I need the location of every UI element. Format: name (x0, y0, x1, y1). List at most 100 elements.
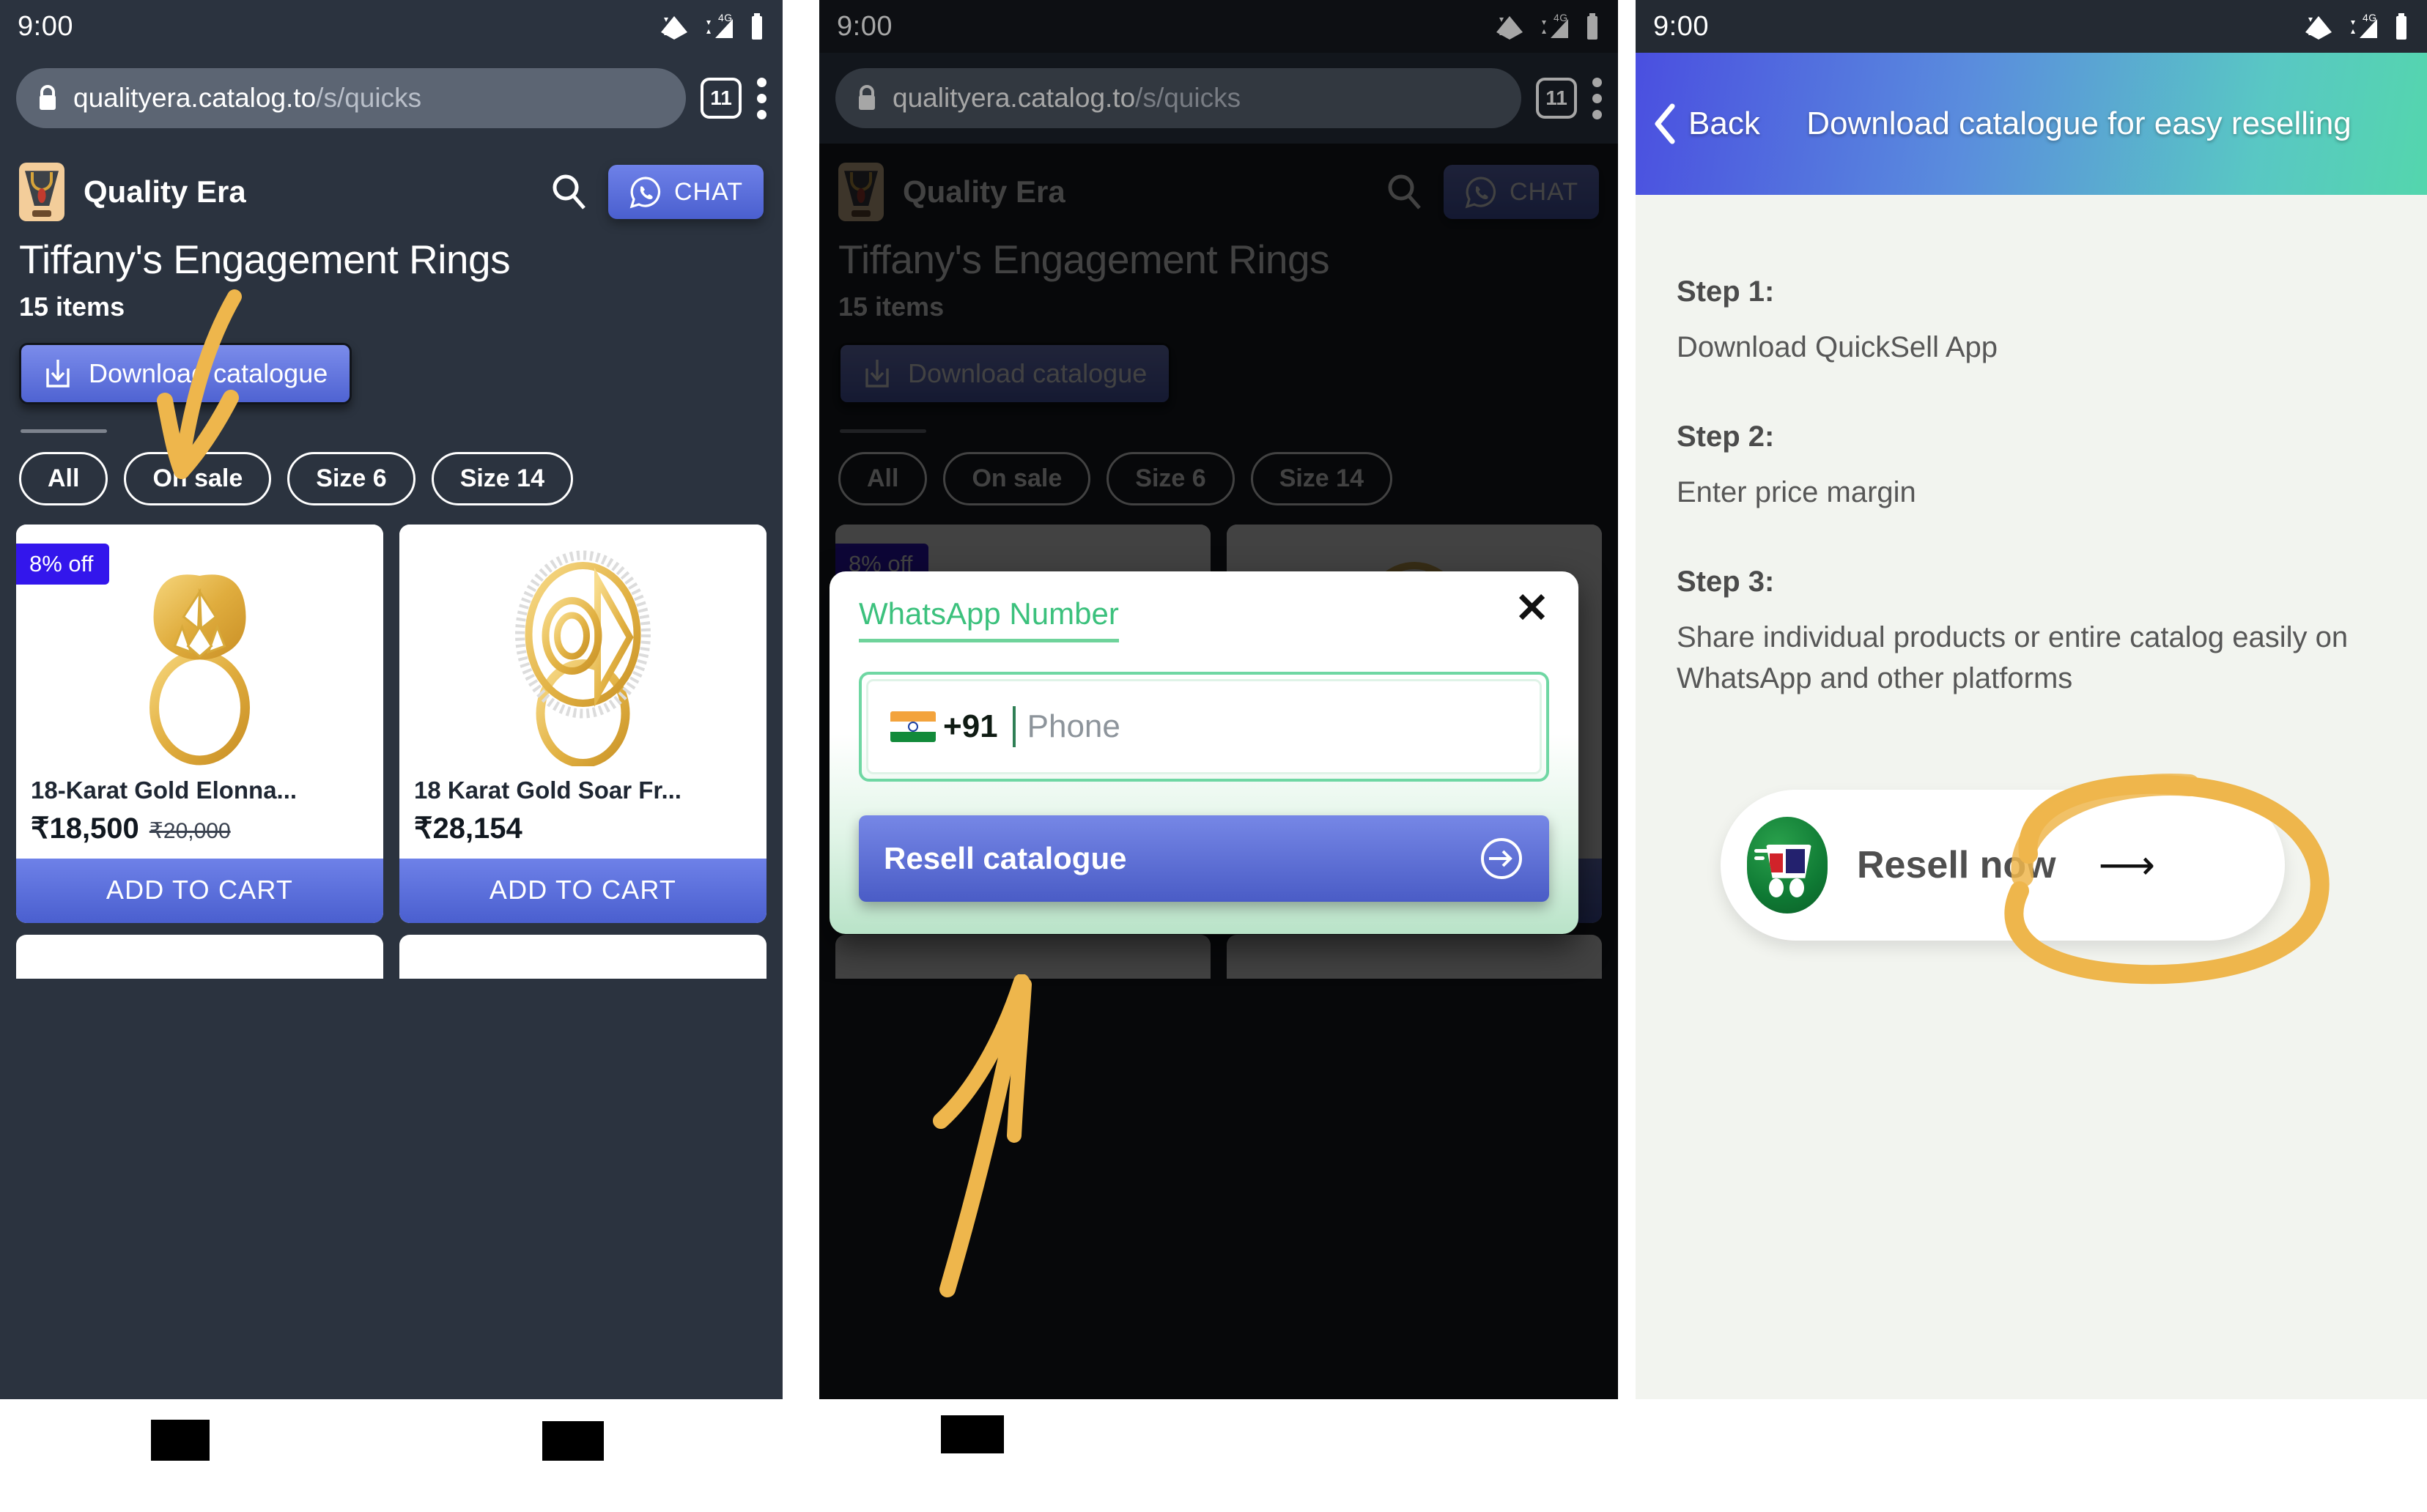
discount-badge: 8% off (16, 544, 110, 585)
product-price: ₹28,154 (414, 812, 522, 845)
battery-icon (2396, 13, 2406, 40)
address-bar[interactable]: qualityera.catalog.to/s/quicks (835, 68, 1521, 128)
panel-help-steps: 9:00 4G Back Download catalogue for easy… (1636, 0, 2427, 1399)
battery-icon (1587, 13, 1597, 40)
status-time: 9:00 (837, 10, 893, 42)
filter-chip-all[interactable]: All (19, 452, 108, 505)
step-text: Enter price margin (1677, 476, 1916, 509)
chat-button-label: CHAT (673, 177, 743, 206)
text-caret (1012, 706, 1016, 747)
resell-now-label: Resell now (1857, 843, 2056, 886)
redacted-label (542, 1421, 604, 1461)
redacted-label (151, 1420, 210, 1461)
status-bar: 9:00 4G (0, 0, 783, 53)
download-catalogue-label: Download catalogue (89, 358, 328, 388)
step-item: Step 3: Share individual products or ent… (1677, 566, 2386, 698)
wifi-icon (2305, 16, 2332, 40)
download-catalogue-button[interactable]: Download catalogue (838, 343, 1172, 404)
filter-chip-size-14[interactable]: Size 14 (431, 452, 573, 505)
chevron-left-icon (1655, 103, 1675, 144)
chat-button-label: CHAT (1509, 177, 1578, 206)
arrow-right-icon: ⟶ (2098, 843, 2156, 888)
wifi-icon (1496, 16, 1523, 40)
product-grid: 8% off 18-Karat Gold Elonna... ₹18,500 ₹… (0, 505, 783, 923)
product-card[interactable] (399, 935, 766, 979)
add-to-cart-button[interactable]: ADD TO CART (16, 859, 383, 923)
signal-icon: 4G (1542, 12, 1568, 38)
back-button[interactable]: Back (1653, 103, 1760, 144)
annotation-arrow (933, 974, 1032, 1297)
whatsapp-icon (1465, 177, 1496, 209)
product-name: 18-Karat Gold Elonna... (31, 777, 298, 804)
whatsapp-number-modal: ✕ WhatsApp Number +91 Phone Resell catal… (830, 571, 1578, 934)
chat-button[interactable]: CHAT (1443, 165, 1599, 219)
resell-catalogue-label: Resell catalogue (884, 841, 1127, 875)
filter-chip-size-14[interactable]: Size 14 (1250, 452, 1392, 505)
panel-catalog-page: 9:00 4G qualityera.catalog.to/s/quicks 1… (0, 0, 783, 1399)
status-time: 9:00 (18, 10, 73, 42)
panel-whatsapp-modal: 9:00 4G qualityera.catalog.to/s/quicks 1… (819, 0, 1618, 1399)
address-bar-url: qualityera.catalog.to/s/quicks (73, 83, 422, 113)
filter-chip-all[interactable]: All (838, 452, 928, 505)
product-card[interactable]: 18 Karat Gold Soar Fr... ₹28,154 ADD TO … (399, 525, 766, 923)
phone-input[interactable]: +91 Phone (866, 679, 1542, 774)
download-icon (46, 360, 70, 388)
filter-chips: All On sale Size 6 Size 14 (819, 433, 1618, 505)
status-time: 9:00 (1653, 10, 1709, 42)
product-card[interactable] (1227, 935, 1602, 979)
india-flag-icon (890, 711, 936, 742)
catalog-title-block: Tiffany's Engagement Rings 15 items Down… (0, 231, 783, 433)
store-name: Quality Era (903, 174, 1065, 209)
filter-chip-size-6[interactable]: Size 6 (287, 452, 415, 505)
wifi-icon (661, 16, 687, 40)
add-to-cart-button[interactable]: ADD TO CART (399, 859, 766, 923)
filter-chip-on-sale[interactable]: On sale (124, 452, 272, 505)
store-header: Quality Era CHAT (819, 144, 1618, 231)
resell-now-area: Resell now ⟶ (1677, 766, 2386, 986)
download-catalogue-label: Download catalogue (908, 358, 1148, 388)
necklace-logo-icon (838, 163, 884, 221)
kebab-menu-icon[interactable] (1592, 77, 1602, 119)
filter-chip-on-sale[interactable]: On sale (943, 452, 1091, 505)
redacted-label (941, 1415, 1004, 1453)
resell-now-button[interactable]: Resell now ⟶ (1721, 789, 2285, 941)
tab-count-button[interactable]: 11 (701, 78, 742, 119)
product-grid-next-row (0, 923, 783, 979)
product-card[interactable] (835, 935, 1211, 979)
store-header: Quality Era CHAT (0, 144, 783, 231)
login-arrow-icon (1481, 838, 1522, 879)
product-card[interactable] (16, 935, 383, 979)
catalog-title-block: Tiffany's Engagement Rings 15 items Down… (819, 231, 1618, 433)
filter-chips: All On sale Size 6 Size 14 (0, 433, 783, 505)
help-header: Back Download catalogue for easy reselli… (1636, 53, 2427, 195)
download-catalogue-button[interactable]: Download catalogue (19, 343, 352, 404)
item-count: 15 items (838, 292, 945, 322)
download-icon (865, 360, 889, 388)
page-title: Tiffany's Engagement Rings (838, 237, 1330, 282)
filter-chip-size-6[interactable]: Size 6 (1107, 452, 1235, 505)
signal-icon: 4G (706, 12, 733, 38)
step-text: Share individual products or entire cata… (1677, 621, 2349, 694)
step-heading: Step 1: (1677, 275, 1775, 308)
kebab-menu-icon[interactable] (756, 77, 766, 119)
whatsapp-icon (629, 177, 661, 209)
browser-toolbar: qualityera.catalog.to/s/quicks 11 (819, 53, 1618, 144)
battery-icon (752, 13, 762, 40)
tab-count-button[interactable]: 11 (1536, 78, 1577, 119)
store-name: Quality Era (84, 174, 246, 209)
back-button-label: Back (1688, 105, 1760, 141)
whatsapp-number-label: WhatsApp Number (859, 596, 1119, 642)
search-icon[interactable] (1384, 171, 1425, 212)
product-card[interactable]: 8% off 18-Karat Gold Elonna... ₹18,500 ₹… (16, 525, 383, 923)
chat-button[interactable]: CHAT (607, 165, 764, 219)
step-item: Step 2: Enter price margin (1677, 420, 2386, 513)
search-icon[interactable] (548, 171, 589, 212)
phone-input-placeholder: Phone (1027, 708, 1120, 744)
country-code: +91 (943, 708, 998, 744)
product-old-price: ₹20,000 (149, 819, 231, 843)
address-bar-url: qualityera.catalog.to/s/quicks (893, 83, 1241, 113)
step-text: Download QuickSell App (1677, 331, 1998, 363)
resell-catalogue-button[interactable]: Resell catalogue (859, 815, 1549, 902)
address-bar[interactable]: qualityera.catalog.to/s/quicks (16, 68, 686, 128)
close-icon[interactable]: ✕ (1515, 588, 1549, 629)
